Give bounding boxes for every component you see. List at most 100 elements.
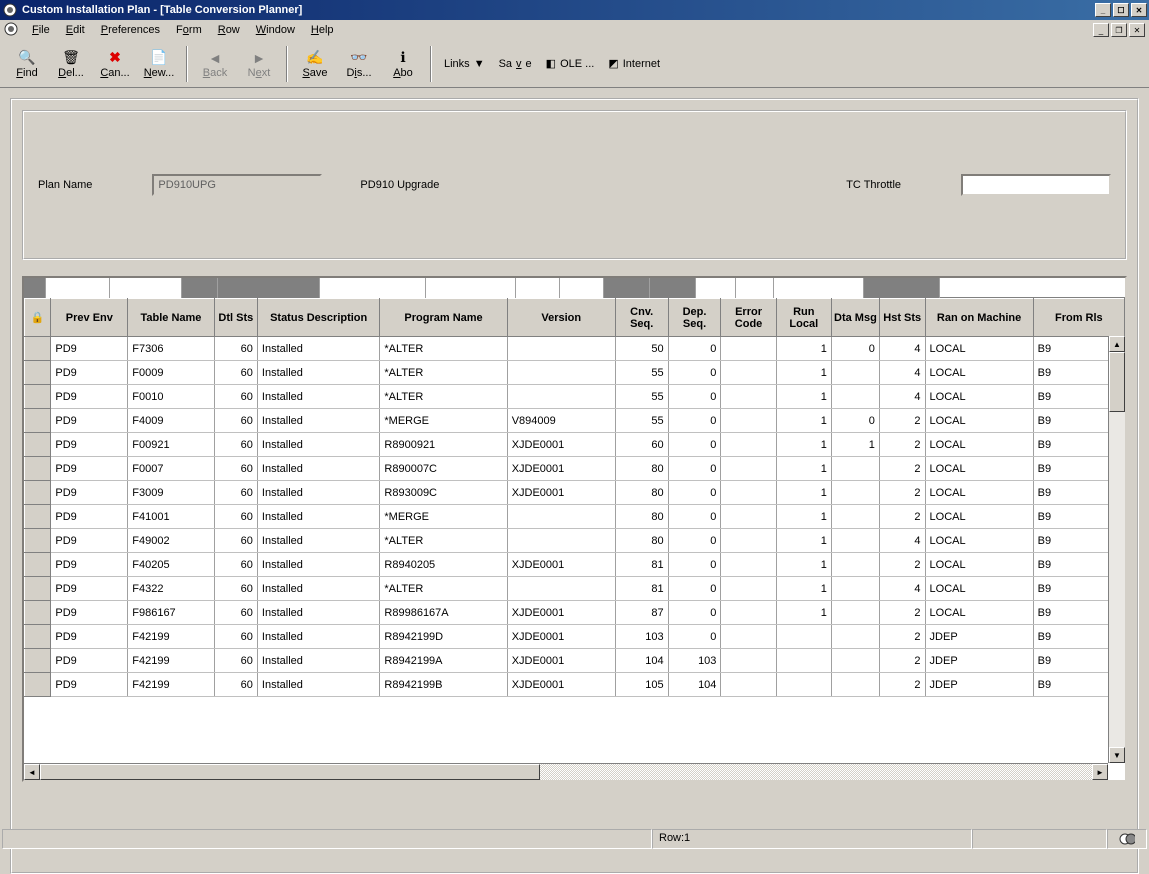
- cell-hst[interactable]: 4: [879, 385, 925, 409]
- cell-table[interactable]: F0007: [128, 457, 214, 481]
- scroll-right-button[interactable]: ►: [1092, 764, 1108, 780]
- table-row[interactable]: PD9F4219960InstalledR8942199DXJDE0001103…: [25, 625, 1125, 649]
- cell-err[interactable]: [721, 385, 776, 409]
- ole-link[interactable]: ◧ OLE ...: [546, 57, 595, 70]
- cell-cnv[interactable]: 80: [615, 529, 668, 553]
- cell-ran[interactable]: LOCAL: [925, 337, 1033, 361]
- cell-prev[interactable]: PD9: [51, 457, 128, 481]
- cell-prev[interactable]: PD9: [51, 649, 128, 673]
- cell-table[interactable]: F4009: [128, 409, 214, 433]
- cell-dta[interactable]: [831, 577, 879, 601]
- cell-cnv[interactable]: 60: [615, 433, 668, 457]
- cell-err[interactable]: [721, 457, 776, 481]
- filter-cell[interactable]: [426, 278, 516, 298]
- cell-prog[interactable]: *ALTER: [380, 577, 507, 601]
- cell-prev[interactable]: PD9: [51, 385, 128, 409]
- column-header-run[interactable]: Run Local: [776, 299, 831, 337]
- cell-ver[interactable]: [507, 577, 615, 601]
- vertical-scrollbar[interactable]: ▲ ▼: [1108, 336, 1125, 763]
- cell-dtl[interactable]: 60: [214, 673, 257, 697]
- scroll-track[interactable]: [1109, 412, 1125, 747]
- cell-err[interactable]: [721, 433, 776, 457]
- menu-edit[interactable]: Edit: [58, 22, 93, 38]
- cell-err[interactable]: [721, 649, 776, 673]
- mdi-close-button[interactable]: ✕: [1129, 23, 1145, 37]
- cell-err[interactable]: [721, 505, 776, 529]
- menu-file[interactable]: File: [24, 22, 58, 38]
- cell-ran[interactable]: LOCAL: [925, 385, 1033, 409]
- cell-prev[interactable]: PD9: [51, 337, 128, 361]
- cell-ran[interactable]: LOCAL: [925, 457, 1033, 481]
- cell-prev[interactable]: PD9: [51, 529, 128, 553]
- cell-status[interactable]: Installed: [257, 625, 379, 649]
- scroll-left-button[interactable]: ◄: [24, 764, 40, 780]
- column-header-prog[interactable]: Program Name: [380, 299, 507, 337]
- cell-run[interactable]: 1: [776, 385, 831, 409]
- table-row[interactable]: PD9F4020560InstalledR8940205XJDE00018101…: [25, 553, 1125, 577]
- scroll-down-button[interactable]: ▼: [1109, 747, 1125, 763]
- cell-prev[interactable]: PD9: [51, 625, 128, 649]
- cell-run[interactable]: 1: [776, 409, 831, 433]
- cell-lock[interactable]: [25, 553, 51, 577]
- cell-dep[interactable]: 0: [668, 433, 721, 457]
- cell-dep[interactable]: 0: [668, 553, 721, 577]
- cell-run[interactable]: 1: [776, 553, 831, 577]
- filter-cell[interactable]: [560, 278, 604, 298]
- filter-cell[interactable]: [650, 278, 696, 298]
- menu-help[interactable]: Help: [303, 22, 342, 38]
- cell-dtl[interactable]: 60: [214, 433, 257, 457]
- maximize-button[interactable]: ☐: [1113, 3, 1129, 17]
- cell-lock[interactable]: [25, 385, 51, 409]
- cell-prog[interactable]: *ALTER: [380, 385, 507, 409]
- cell-lock[interactable]: [25, 673, 51, 697]
- cell-dep[interactable]: 0: [668, 505, 721, 529]
- cell-ran[interactable]: LOCAL: [925, 601, 1033, 625]
- cell-prog[interactable]: R890007C: [380, 457, 507, 481]
- cell-table[interactable]: F42199: [128, 625, 214, 649]
- cell-status[interactable]: Installed: [257, 577, 379, 601]
- scroll-thumb[interactable]: [1109, 352, 1125, 412]
- cell-table[interactable]: F42199: [128, 649, 214, 673]
- cell-ver[interactable]: XJDE0001: [507, 553, 615, 577]
- cell-ran[interactable]: LOCAL: [925, 409, 1033, 433]
- display-button[interactable]: 👓 Dis...: [338, 44, 380, 84]
- cell-lock[interactable]: [25, 409, 51, 433]
- cell-run[interactable]: 1: [776, 601, 831, 625]
- cell-dep[interactable]: 0: [668, 409, 721, 433]
- cell-hst[interactable]: 2: [879, 625, 925, 649]
- cell-cnv[interactable]: 103: [615, 625, 668, 649]
- cell-dta[interactable]: [831, 361, 879, 385]
- table-row[interactable]: PD9F98616760InstalledR89986167AXJDE00018…: [25, 601, 1125, 625]
- find-button[interactable]: 🔍 Find: [6, 44, 48, 84]
- mdi-restore-button[interactable]: ❐: [1111, 23, 1127, 37]
- cell-status[interactable]: Installed: [257, 481, 379, 505]
- filter-cell[interactable]: [774, 278, 864, 298]
- cell-ran[interactable]: JDEP: [925, 673, 1033, 697]
- cell-table[interactable]: F41001: [128, 505, 214, 529]
- table-row[interactable]: PD9F000760InstalledR890007CXJDE000180012…: [25, 457, 1125, 481]
- mdi-minimize-button[interactable]: _: [1093, 23, 1109, 37]
- cell-hst[interactable]: 2: [879, 505, 925, 529]
- about-button[interactable]: ℹ Abo: [382, 44, 424, 84]
- cell-prev[interactable]: PD9: [51, 673, 128, 697]
- cell-dtl[interactable]: 60: [214, 457, 257, 481]
- column-header-hst[interactable]: Hst Sts: [879, 299, 925, 337]
- cell-ver[interactable]: [507, 361, 615, 385]
- column-header-prev[interactable]: Prev Env: [51, 299, 128, 337]
- tc-throttle-input[interactable]: [961, 174, 1111, 196]
- filter-cell[interactable]: [864, 278, 940, 298]
- cell-prog[interactable]: *ALTER: [380, 529, 507, 553]
- cell-ran[interactable]: LOCAL: [925, 577, 1033, 601]
- cell-ran[interactable]: LOCAL: [925, 553, 1033, 577]
- cell-ran[interactable]: LOCAL: [925, 505, 1033, 529]
- column-header-dtl[interactable]: Dtl Sts: [214, 299, 257, 337]
- cell-lock[interactable]: [25, 481, 51, 505]
- filter-cell[interactable]: [110, 278, 182, 298]
- column-header-rls[interactable]: From Rls: [1033, 299, 1124, 337]
- cell-status[interactable]: Installed: [257, 361, 379, 385]
- cell-dep[interactable]: 0: [668, 601, 721, 625]
- cell-prog[interactable]: *MERGE: [380, 409, 507, 433]
- cell-run[interactable]: 1: [776, 457, 831, 481]
- cell-status[interactable]: Installed: [257, 337, 379, 361]
- cell-prog[interactable]: *MERGE: [380, 505, 507, 529]
